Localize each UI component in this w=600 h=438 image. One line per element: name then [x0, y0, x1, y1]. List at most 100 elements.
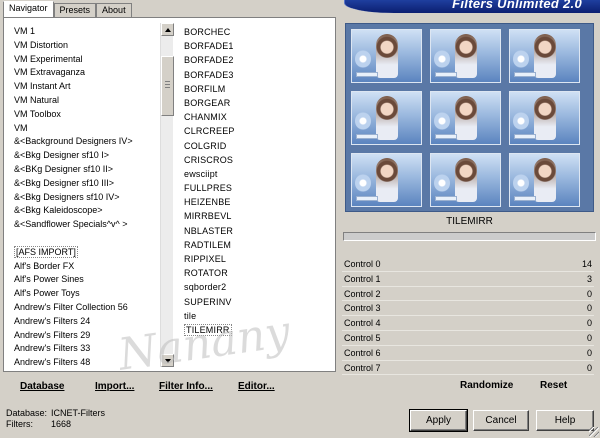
control-row[interactable]: Control 6 0: [342, 346, 594, 361]
filter-item[interactable]: ROTATOR: [184, 266, 334, 280]
filter-item[interactable]: FULLPRES: [184, 181, 334, 195]
grip-line: [165, 87, 170, 88]
category-item[interactable]: Andrew's Filters 29: [14, 329, 159, 343]
category-item[interactable]: Andrew's Filters 24: [14, 315, 159, 329]
control-row[interactable]: Control 0 14: [342, 257, 594, 272]
navigator-panel: VM 1 VM Distortion VM Experimental VM Ex…: [3, 17, 336, 372]
scroll-down-button[interactable]: [161, 354, 174, 367]
control-row[interactable]: Control 5 0: [342, 331, 594, 346]
tab-about[interactable]: About: [96, 3, 132, 18]
filter-item[interactable]: BORFILM: [184, 82, 334, 96]
category-item[interactable]: VM Instant Art: [14, 80, 159, 94]
tab-presets[interactable]: Presets: [53, 3, 97, 18]
filter-list[interactable]: BORCHEC BORFADE1 BORFADE2 BORFADE3 BORFI…: [184, 25, 334, 337]
filter-item[interactable]: MIRRBEVL: [184, 209, 334, 223]
tile-tag-shape: [435, 134, 457, 139]
filter-item[interactable]: SUPERINV: [184, 295, 334, 309]
preview-tile: [509, 153, 580, 207]
category-item[interactable]: VM Extravaganza: [14, 66, 159, 80]
reset-button[interactable]: Reset: [540, 380, 567, 391]
control-row[interactable]: Control 1 3: [342, 272, 594, 287]
filter-item[interactable]: CRISCROS: [184, 153, 334, 167]
tile-tag-shape: [435, 72, 457, 77]
control-row[interactable]: Control 3 0: [342, 301, 594, 317]
filter-item[interactable]: BORFADE3: [184, 68, 334, 82]
control-value: 0: [586, 362, 592, 373]
scroll-thumb[interactable]: [161, 56, 174, 116]
snowflake-shape: [355, 50, 371, 68]
apply-button[interactable]: Apply: [409, 409, 468, 432]
tile-tag-shape: [435, 196, 457, 201]
category-item[interactable]: Andrew's Filter Collection 56: [14, 301, 159, 315]
portrait-shape: [376, 158, 398, 202]
filter-item[interactable]: CLRCREEP: [184, 124, 334, 138]
filter-item[interactable]: COLGRID: [184, 139, 334, 153]
snowflake-shape: [355, 174, 371, 192]
filter-item[interactable]: sqborder2: [184, 280, 334, 294]
help-button[interactable]: Help: [536, 410, 594, 431]
tab-navigator[interactable]: Navigator: [3, 1, 54, 18]
filter-item[interactable]: BORCHEC: [184, 25, 334, 39]
control-row[interactable]: Control 4 0: [342, 316, 594, 331]
category-item[interactable]: Andrew's Filters 33: [14, 342, 159, 356]
snowflake-shape: [355, 112, 371, 130]
filter-item[interactable]: tile: [184, 309, 334, 323]
snowflake-shape: [513, 50, 529, 68]
randomize-button[interactable]: Randomize: [460, 380, 513, 391]
filter-item[interactable]: BORFADE2: [184, 53, 334, 67]
category-item[interactable]: Andrew's Filters 48: [14, 356, 159, 370]
category-item[interactable]: &<Background Designers IV>: [14, 135, 159, 149]
category-scrollbar[interactable]: [160, 23, 174, 367]
scroll-up-button[interactable]: [161, 23, 174, 36]
tile-tag-shape: [356, 134, 378, 139]
preview-zoom-slider[interactable]: [343, 232, 596, 241]
filter-item[interactable]: HEIZENBE: [184, 195, 334, 209]
preview-tile: [430, 29, 501, 83]
category-item[interactable]: &<Bkg Designer sf10 III>: [14, 177, 159, 191]
import-button[interactable]: Import...: [95, 381, 134, 392]
category-item[interactable]: VM Experimental: [14, 53, 159, 67]
category-item-selected[interactable]: [AFS IMPORT]: [14, 245, 159, 260]
category-item[interactable]: VM: [14, 122, 159, 136]
category-item[interactable]: Alf's Power Toys: [14, 287, 159, 301]
database-button[interactable]: Database: [20, 381, 64, 392]
filter-item[interactable]: BORFADE1: [184, 39, 334, 53]
category-item[interactable]: &<BKg Designer sf10 II>: [14, 163, 159, 177]
filter-item[interactable]: RIPPIXEL: [184, 252, 334, 266]
cancel-button[interactable]: Cancel: [473, 410, 529, 431]
portrait-shape: [376, 96, 398, 140]
filter-info-button[interactable]: Filter Info...: [159, 381, 213, 392]
filter-item[interactable]: ewsciipt: [184, 167, 334, 181]
category-item[interactable]: VM Toolbox: [14, 108, 159, 122]
portrait-shape: [455, 34, 477, 78]
category-item[interactable]: VM Distortion: [14, 39, 159, 53]
control-label: Control 1: [344, 273, 381, 284]
preview-tile: [351, 153, 422, 207]
filter-item[interactable]: RADTILEM: [184, 238, 334, 252]
category-item[interactable]: &<Bkg Kaleidoscope>: [14, 204, 159, 218]
category-item[interactable]: VM Natural: [14, 94, 159, 108]
category-item[interactable]: &<Bkg Designer sf10 I>: [14, 149, 159, 163]
editor-button[interactable]: Editor...: [238, 381, 275, 392]
category-item[interactable]: Alf's Border FX: [14, 260, 159, 274]
control-row[interactable]: Control 7 0: [342, 361, 594, 376]
control-row[interactable]: Control 2 0: [342, 287, 594, 302]
preview-tile: [430, 153, 501, 207]
category-item[interactable]: Alf's Power Sines: [14, 273, 159, 287]
control-value: 0: [586, 347, 592, 358]
category-item[interactable]: VM 1: [14, 25, 159, 39]
category-list[interactable]: VM 1 VM Distortion VM Experimental VM Ex…: [14, 25, 159, 370]
control-label: Control 6: [344, 347, 381, 358]
category-item[interactable]: &<Sandflower Specials^v^ >: [14, 218, 159, 232]
filter-item[interactable]: BORGEAR: [184, 96, 334, 110]
filter-item[interactable]: CHANMIX: [184, 110, 334, 124]
resize-grip-icon[interactable]: [589, 427, 599, 437]
filter-item[interactable]: NBLASTER: [184, 224, 334, 238]
tile-tag-shape: [514, 72, 536, 77]
portrait-shape: [455, 96, 477, 140]
control-value: 0: [586, 303, 592, 314]
category-item[interactable]: &<Bkg Designers sf10 IV>: [14, 191, 159, 205]
filter-item-selected[interactable]: TILEMIRR: [184, 323, 334, 337]
preview-tile: [351, 29, 422, 83]
filters-key: Filters:: [6, 419, 33, 429]
